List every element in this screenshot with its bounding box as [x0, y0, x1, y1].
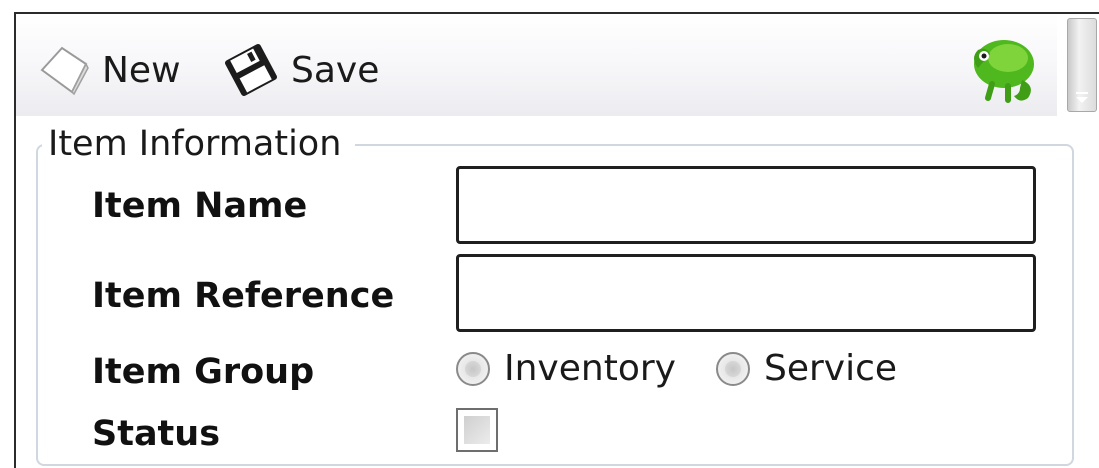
new-document-icon [36, 42, 92, 98]
service-radio-option[interactable]: Service [716, 348, 897, 389]
item-form-window: New Save Item Information Item Name Item… [14, 12, 1099, 468]
status-checkbox[interactable] [456, 408, 498, 452]
status-label: Status [92, 414, 221, 454]
new-button[interactable]: New [36, 40, 181, 100]
toolbar-scroll-area [1057, 14, 1099, 116]
scroll-down-arrow-icon [1074, 89, 1090, 105]
toolbar-overflow-button[interactable] [1067, 18, 1097, 112]
group-title: Item Information [42, 122, 356, 166]
item-reference-input[interactable] [456, 254, 1036, 332]
checkbox-fill [464, 416, 490, 444]
service-radio-label: Service [764, 348, 898, 389]
chameleon-logo-icon [964, 28, 1044, 108]
inventory-radio-label: Inventory [504, 348, 676, 389]
inventory-radio-option[interactable]: Inventory [456, 348, 676, 389]
item-reference-label: Item Reference [92, 276, 395, 316]
service-radio-button[interactable] [716, 351, 750, 386]
save-button-label: Save [291, 49, 380, 91]
inventory-radio-button[interactable] [456, 351, 490, 386]
floppy-disk-icon [221, 42, 281, 98]
save-button[interactable]: Save [221, 40, 379, 100]
item-name-input[interactable] [456, 166, 1036, 244]
item-group-label: Item Group [92, 352, 315, 392]
new-button-label: New [102, 49, 181, 91]
toolbar: New Save [16, 14, 1057, 116]
item-name-label: Item Name [92, 186, 308, 226]
